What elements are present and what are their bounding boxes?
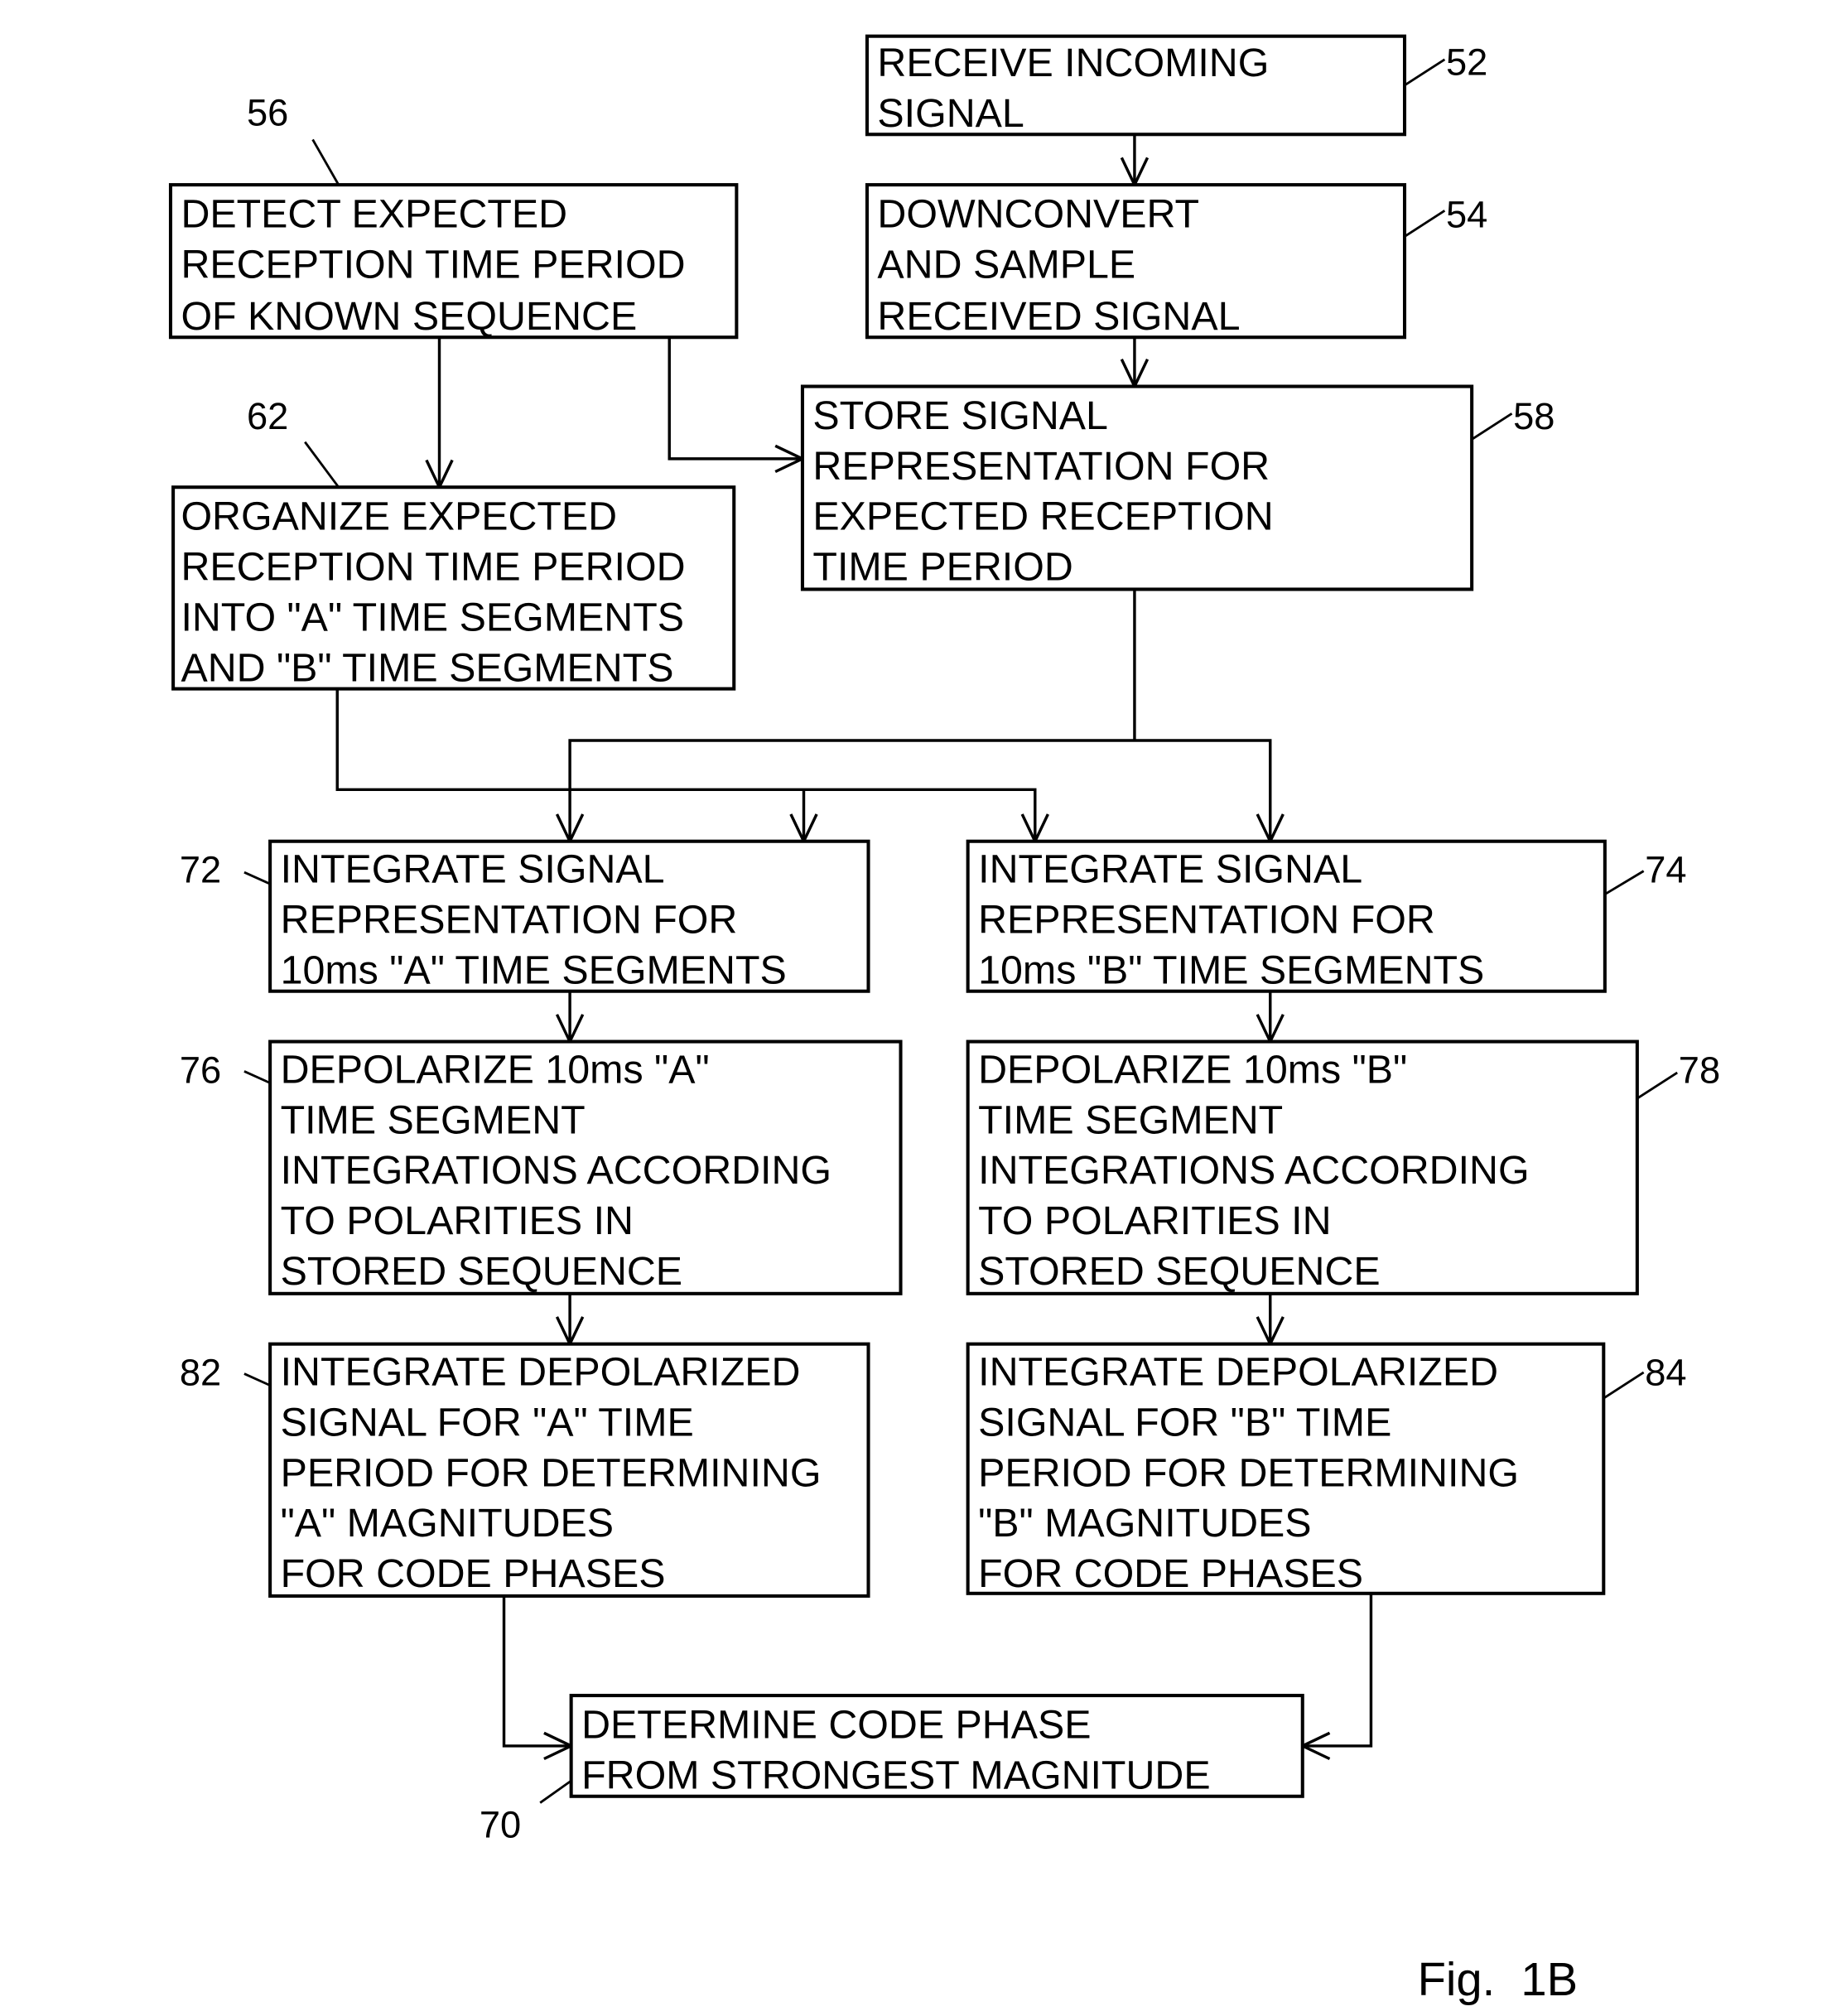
leader-52 <box>1404 58 1446 87</box>
process-box-70: DETERMINE CODE PHASE FROM STRONGEST MAGN… <box>569 1694 1304 1798</box>
leader-78 <box>1636 1071 1678 1100</box>
leader-76 <box>243 1070 271 1084</box>
ref-84: 84 <box>1645 1352 1686 1394</box>
process-box-84: INTEGRATE DEPOLARIZED SIGNAL FOR "B" TIM… <box>966 1342 1606 1596</box>
leader-84 <box>1603 1371 1645 1400</box>
leader-58 <box>1471 412 1513 441</box>
ref-70: 70 <box>480 1804 521 1846</box>
process-box-76: DEPOLARIZE 10ms "A" TIME SEGMENT INTEGRA… <box>268 1039 903 1295</box>
ref-58: 58 <box>1513 395 1554 437</box>
leader-62 <box>304 441 340 489</box>
ref-78: 78 <box>1679 1049 1720 1091</box>
leader-54 <box>1404 210 1446 238</box>
bus-62 <box>335 688 1037 842</box>
process-box-62: ORGANIZE EXPECTED RECEPTION TIME PERIOD … <box>171 485 736 691</box>
process-box-56: DETECT EXPECTED RECEPTION TIME PERIOD OF… <box>168 183 739 340</box>
process-box-78: DEPOLARIZE 10ms "B" TIME SEGMENT INTEGRA… <box>966 1039 1639 1295</box>
ref-82: 82 <box>180 1352 221 1394</box>
leader-56 <box>311 138 340 186</box>
leader-70 <box>539 1779 572 1804</box>
process-box-52: RECEIVE INCOMING SIGNAL <box>865 34 1407 137</box>
ref-54: 54 <box>1446 194 1487 236</box>
leader-74 <box>1604 870 1645 895</box>
leader-82 <box>243 1372 271 1387</box>
process-box-74: INTEGRATE SIGNAL REPRESENTATION FOR 10ms… <box>966 839 1607 993</box>
process-box-58: STORE SIGNAL REPRESENTATION FOR EXPECTED… <box>800 384 1474 591</box>
ref-56: 56 <box>247 91 288 133</box>
ref-74: 74 <box>1645 849 1686 891</box>
process-box-54: DOWNCONVERT AND SAMPLE RECEIVED SIGNAL <box>865 183 1407 340</box>
connector-84-70 <box>1302 1593 1373 1748</box>
connector-56-58 <box>668 337 803 461</box>
flowchart: RECEIVE INCOMING SIGNAL DOWNCONVERT AND … <box>168 34 1720 2005</box>
process-box-72: INTEGRATE SIGNAL REPRESENTATION FOR 10ms… <box>268 839 870 993</box>
connector-82-70 <box>502 1595 571 1748</box>
process-box-82: INTEGRATE DEPOLARIZED SIGNAL FOR "A" TIM… <box>268 1342 870 1598</box>
leader-72 <box>243 871 271 885</box>
ref-72: 72 <box>180 849 221 891</box>
ref-62: 62 <box>247 395 288 437</box>
figure-label: Fig. 1B <box>1418 1953 1579 2005</box>
ref-52: 52 <box>1446 41 1487 83</box>
ref-76: 76 <box>180 1049 221 1091</box>
